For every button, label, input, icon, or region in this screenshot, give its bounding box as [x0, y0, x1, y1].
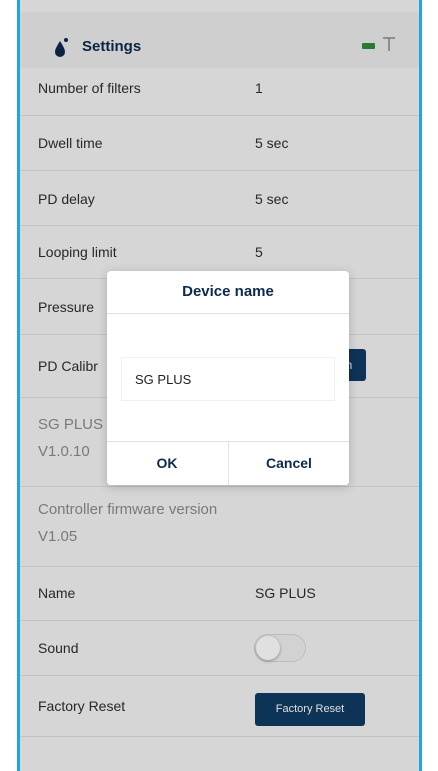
dialog-title: Device name	[182, 283, 274, 300]
ok-button[interactable]: OK	[107, 442, 227, 485]
device-name-dialog: Device name OK Cancel	[107, 271, 349, 485]
dialog-title-divider	[107, 313, 349, 314]
cancel-button[interactable]: Cancel	[229, 442, 349, 485]
settings-screen: Settings Number of filters 1 Dwell time …	[20, 0, 419, 771]
device-name-input[interactable]	[121, 357, 335, 401]
phone-frame: Settings Number of filters 1 Dwell time …	[17, 0, 422, 771]
